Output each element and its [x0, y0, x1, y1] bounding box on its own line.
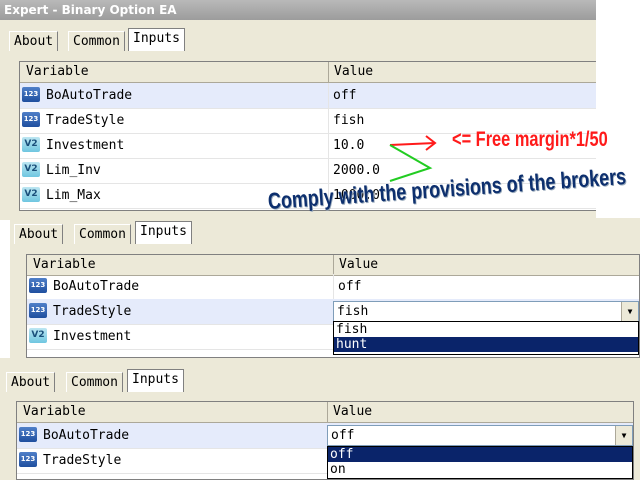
tab-common[interactable]: Common — [66, 372, 123, 392]
row-value[interactable]: 10.0 — [333, 133, 364, 158]
column-variable[interactable]: Variable — [23, 402, 86, 422]
tab-inputs[interactable]: Inputs — [127, 369, 184, 392]
tab-about[interactable]: About — [14, 224, 64, 244]
row-variable: TradeStyle — [46, 113, 125, 128]
double-param-icon: V2 — [22, 187, 40, 202]
integer-param-icon: 123 — [22, 112, 40, 127]
window-title-bar: Expert - Binary Option EA — [0, 0, 596, 20]
tab-inputs[interactable]: Inputs — [128, 28, 185, 51]
tab-inputs[interactable]: Inputs — [135, 221, 192, 244]
dropdown-option-off[interactable]: off — [328, 447, 632, 462]
dropdown-option-on[interactable]: on — [328, 462, 632, 477]
integer-param-icon: 123 — [19, 427, 37, 442]
green-arrow-icon — [389, 144, 433, 182]
inputs-grid: Variable Value 123 BoAutoTrade off 123 T… — [26, 254, 640, 358]
inputs-panel-2: About Common Inputs Variable Value 123 B… — [10, 218, 640, 358]
window-title: Expert - Binary Option EA — [4, 3, 177, 17]
double-param-icon: V2 — [29, 328, 47, 343]
row-variable: Lim_Inv — [46, 163, 101, 178]
row-variable: Lim_Max — [46, 188, 101, 203]
select-value: fish — [337, 304, 369, 319]
integer-param-icon: 123 — [22, 87, 40, 102]
select-value: off — [331, 428, 355, 443]
double-param-icon: V2 — [22, 162, 40, 177]
tab-about[interactable]: About — [9, 31, 59, 51]
row-variable: TradeStyle — [43, 453, 122, 468]
row-variable: BoAutoTrade — [43, 428, 130, 443]
row-variable: Investment — [53, 329, 132, 344]
row-value[interactable]: fish — [333, 108, 364, 133]
column-variable[interactable]: Variable — [26, 62, 89, 82]
row-variable: TradeStyle — [53, 304, 132, 319]
tab-about[interactable]: About — [6, 372, 56, 392]
integer-param-icon: 123 — [19, 452, 37, 467]
column-variable[interactable]: Variable — [33, 255, 96, 275]
dropdown-arrow-icon[interactable]: ▼ — [615, 426, 632, 445]
dropdown-arrow-icon[interactable]: ▼ — [621, 302, 638, 321]
row-value[interactable]: 2000.0 — [333, 158, 380, 183]
grid-header: Variable Value — [27, 255, 639, 276]
tradestyle-select[interactable]: fish ▼ — [333, 301, 639, 322]
row-variable: Investment — [46, 138, 125, 153]
dropdown-option-fish[interactable]: fish — [334, 322, 638, 337]
table-row[interactable]: 123 BoAutoTrade off — [20, 83, 596, 109]
row-value[interactable]: off — [333, 83, 356, 108]
grid-header: Variable Value — [17, 402, 633, 423]
inputs-grid: Variable Value 123 BoAutoTrade off ▼ 123… — [16, 401, 634, 480]
tradestyle-dropdown-list: fish hunt — [333, 321, 639, 355]
table-row[interactable]: 123 BoAutoTrade off — [27, 274, 639, 300]
double-param-icon: V2 — [22, 137, 40, 152]
inputs-panel-3: About Common Inputs Variable Value 123 B… — [0, 358, 640, 480]
boautotrade-select[interactable]: off ▼ — [327, 425, 633, 446]
column-value[interactable]: Value — [333, 402, 372, 422]
tab-common[interactable]: Common — [74, 224, 131, 244]
integer-param-icon: 123 — [29, 303, 47, 318]
row-variable: BoAutoTrade — [46, 88, 133, 103]
column-value[interactable]: Value — [334, 62, 373, 82]
boautotrade-dropdown-list: off on — [327, 446, 633, 479]
free-margin-annotation: <= Free margin*1/50 — [452, 128, 608, 151]
row-variable: BoAutoTrade — [53, 279, 140, 294]
integer-param-icon: 123 — [29, 278, 47, 293]
dropdown-option-hunt[interactable]: hunt — [334, 337, 638, 352]
column-value[interactable]: Value — [339, 255, 378, 275]
row-value[interactable]: off — [338, 274, 361, 299]
grid-header: Variable Value — [20, 62, 596, 83]
tab-common[interactable]: Common — [68, 31, 125, 51]
